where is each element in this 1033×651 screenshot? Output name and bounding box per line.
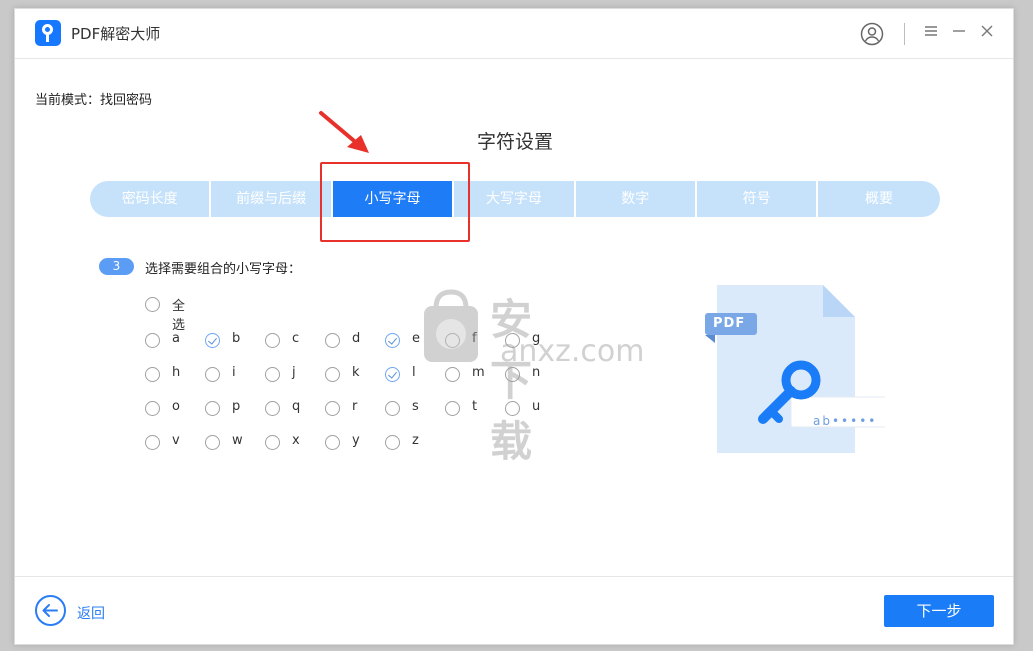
letter-checkbox[interactable] — [325, 333, 340, 348]
letter-label: p — [232, 399, 241, 414]
letter-checkbox[interactable] — [325, 367, 340, 382]
menu-icon[interactable] — [919, 22, 943, 46]
next-button[interactable]: 下一步 — [884, 595, 994, 627]
title-bar: PDF解密大师 — [15, 9, 1013, 59]
letter-label: q — [292, 399, 301, 414]
minimize-icon[interactable] — [947, 22, 971, 46]
letter-checkbox[interactable] — [145, 401, 160, 416]
red-highlight-box — [320, 162, 470, 242]
letter-label: e — [412, 331, 420, 346]
letter-checkbox[interactable] — [265, 401, 280, 416]
user-icon[interactable] — [860, 22, 884, 46]
settings-tabs: 密码长度 前缀与后缀 小写字母 大写字母 数字 符号 概要 — [90, 181, 940, 217]
letter-checkbox[interactable] — [145, 333, 160, 348]
tab-prefix-suffix[interactable]: 前缀与后缀 — [211, 181, 333, 217]
letter-checkbox[interactable] — [205, 367, 220, 382]
letter-label: t — [472, 399, 478, 414]
letter-label: v — [172, 433, 180, 448]
app-logo-icon — [35, 20, 61, 46]
arrow-left-icon[interactable] — [35, 595, 66, 626]
letter-checkbox[interactable] — [385, 367, 400, 382]
letter-label: d — [352, 331, 361, 346]
letter-checkbox[interactable] — [325, 401, 340, 416]
letter-label: w — [232, 433, 243, 448]
footer-bar: 返回 下一步 — [15, 576, 1013, 644]
letter-label: j — [292, 365, 296, 380]
app-window: PDF解密大师 当前模式：找回密码 字符设置 密码长度 前缀与后缀 小写字母 大… — [14, 8, 1014, 645]
back-button[interactable]: 返回 — [77, 603, 105, 623]
letter-checkbox[interactable] — [145, 367, 160, 382]
letter-checkbox[interactable] — [385, 435, 400, 450]
letter-label: b — [232, 331, 241, 346]
step-badge: 3 — [99, 258, 134, 275]
letter-label: y — [352, 433, 360, 448]
red-arrow-annotation — [319, 111, 369, 153]
letter-label: r — [352, 399, 358, 414]
pdf-key-illustration: PDF ab••••• — [705, 285, 888, 455]
tab-summary[interactable]: 概要 — [818, 181, 939, 217]
app-title: PDF解密大师 — [71, 25, 161, 43]
letter-checkbox[interactable] — [445, 401, 460, 416]
current-mode-label: 当前模式：找回密码 — [35, 93, 153, 108]
tab-digits[interactable]: 数字 — [576, 181, 697, 217]
letter-label: l — [412, 365, 416, 380]
watermark-bag-icon — [424, 289, 478, 362]
pdf-badge-text: PDF — [713, 316, 746, 331]
letter-checkbox[interactable] — [205, 401, 220, 416]
select-all-label: 全选 — [172, 299, 186, 333]
watermark-text: 安下载 — [490, 295, 535, 466]
letter-label: s — [412, 399, 419, 414]
watermark: 安下载 anxz.com — [420, 286, 645, 466]
letter-label: x — [292, 433, 300, 448]
letter-checkbox[interactable] — [205, 435, 220, 450]
letter-checkbox[interactable] — [385, 401, 400, 416]
letter-checkbox[interactable] — [325, 435, 340, 450]
watermark-subtext: anxz.com — [500, 334, 645, 369]
letter-label: o — [172, 399, 180, 414]
letter-checkbox[interactable] — [265, 367, 280, 382]
letter-label: a — [172, 331, 180, 346]
password-hint-text: ab••••• — [813, 414, 878, 428]
close-icon[interactable] — [975, 22, 999, 46]
letter-checkbox[interactable] — [385, 333, 400, 348]
tab-symbols[interactable]: 符号 — [697, 181, 819, 217]
letter-label: z — [412, 433, 419, 448]
letter-label: c — [292, 331, 300, 346]
letter-checkbox[interactable] — [265, 435, 280, 450]
letter-checkbox[interactable] — [265, 333, 280, 348]
title-separator — [904, 23, 905, 45]
select-all-radio[interactable] — [145, 297, 160, 312]
tab-password-length[interactable]: 密码长度 — [90, 181, 212, 217]
letter-label: h — [172, 365, 181, 380]
tab-uppercase[interactable]: 大写字母 — [454, 181, 576, 217]
step-instruction: 选择需要组合的小写字母： — [145, 262, 302, 277]
letter-label: k — [352, 365, 360, 380]
section-title: 字符设置 — [476, 131, 553, 153]
letter-checkbox[interactable] — [205, 333, 220, 348]
letter-label: i — [232, 365, 236, 380]
letter-checkbox[interactable] — [145, 435, 160, 450]
